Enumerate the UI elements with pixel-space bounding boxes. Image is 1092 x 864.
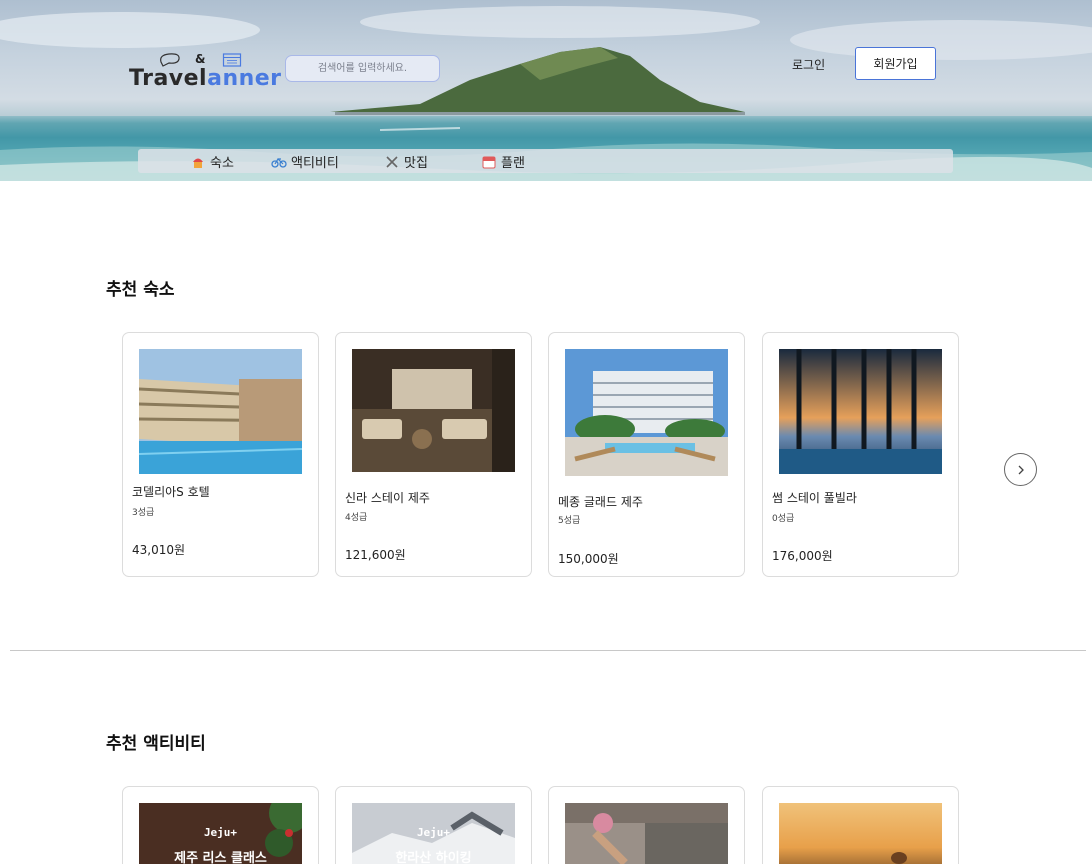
activity-card[interactable]: Jeju+ 제주 리스 클래스 [122,786,319,864]
nav-item-restaurants[interactable]: 맛집 [384,152,428,171]
activity-card[interactable] [548,786,745,864]
hotel-icon [193,158,203,168]
stay-card[interactable]: 신라 스테이 제주 4성급 121,600원 [335,332,532,577]
stay-grade: 4성급 [345,513,368,523]
hotel-photo [352,349,515,472]
signup-button[interactable]: 회원가입 [855,47,936,80]
activity-card[interactable] [762,786,959,864]
stay-grade: 5성급 [558,516,581,526]
nav-item-label: 숙소 [210,156,234,171]
search-input[interactable]: 검색어를 입력하세요. [285,55,440,82]
login-link[interactable]: 로그인 [792,56,825,73]
section-title-activities: 추천 액티비티 [106,734,206,754]
activity-card[interactable]: Jeju+ 한라산 하이킹 [335,786,532,864]
stay-card[interactable]: 메종 글래드 제주 5성급 150,000원 [548,332,745,577]
section-title-stays: 추천 숙소 [106,280,175,300]
logo-ampersand: & [195,52,206,66]
stay-price: 121,600원 [345,548,406,562]
stay-price: 43,010원 [132,543,186,557]
logo[interactable]: & Travelanner [129,50,282,92]
stay-name: 썸 스테이 풀빌라 [772,491,857,505]
section-divider [10,650,1086,651]
bicycle-icon [271,157,287,168]
activity-photo [565,803,728,864]
stay-grade: 3성급 [132,508,155,518]
utensils-icon [386,155,398,168]
nav-item-activities[interactable]: 액티비티 [271,152,339,171]
activity-title: 한라산 하이킹 [395,851,472,864]
nav-item-label: 플랜 [501,156,525,171]
stay-price: 176,000원 [772,549,833,563]
stay-price: 150,000원 [558,552,619,566]
hero-banner: & Travelanner 검색어를 입력하세요. 로그인 회원가입 숙소 액티 [0,0,1092,181]
calendar-icon [222,53,242,67]
calendar-icon [482,156,496,168]
hotel-photo [779,349,942,474]
stay-name: 메종 글래드 제주 [558,495,643,509]
hotel-photo [565,349,728,476]
activity-photo [779,803,942,864]
stay-name: 신라 스테이 제주 [345,491,430,505]
nav-item-label: 맛집 [404,156,428,171]
nav-item-label: 액티비티 [291,156,339,171]
activity-brand: Jeju+ [416,826,451,839]
carousel-next-button[interactable] [1004,453,1037,486]
stay-grade: 0성급 [772,514,795,524]
category-nav: 숙소 액티비티 맛집 플랜 [138,149,953,173]
nav-item-stays[interactable]: 숙소 [190,152,234,171]
activity-photo: Jeju+ 제주 리스 클래스 [139,803,302,864]
chevron-right-icon [1018,465,1024,474]
stay-name: 코델리아S 호텔 [132,485,210,499]
stay-card[interactable]: 썸 스테이 풀빌라 0성급 176,000원 [762,332,959,577]
nav-item-plan[interactable]: 플랜 [481,152,525,171]
hotel-photo [139,349,302,474]
logo-wordmark: Travelanner [129,66,282,91]
activity-photo: Jeju+ 한라산 하이킹 [352,803,515,864]
stay-card[interactable]: 코델리아S 호텔 3성급 43,010원 [122,332,319,577]
activity-title: 제주 리스 클래스 [174,851,267,864]
activity-brand: Jeju+ [203,826,238,839]
